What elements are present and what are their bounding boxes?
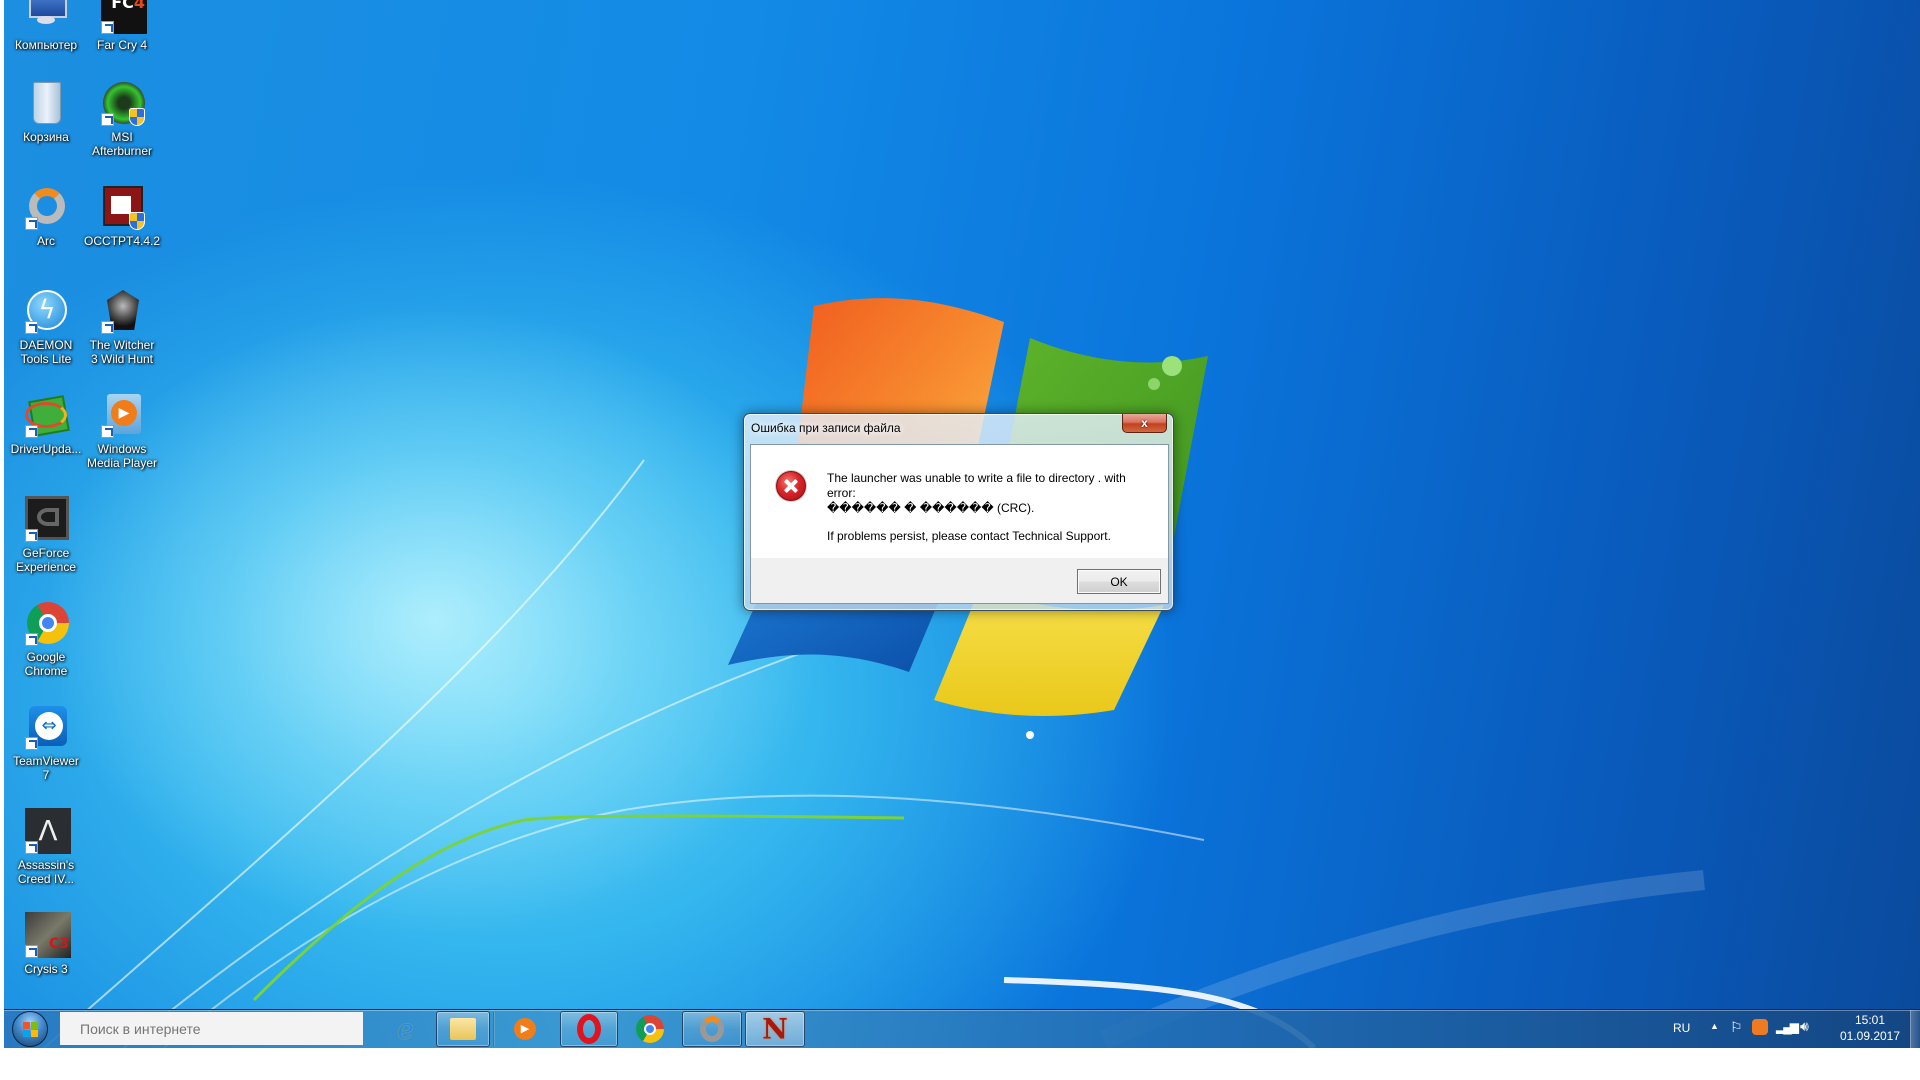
farcry4-icon: FC4 <box>99 0 147 34</box>
shortcut-arrow-icon <box>25 425 38 438</box>
network-signal-icon[interactable]: ▂▄▆ <box>1776 1020 1799 1034</box>
taskbar-file-explorer[interactable] <box>436 1011 490 1047</box>
shortcut-arrow-icon <box>101 21 114 34</box>
shortcut-arrow-icon <box>25 633 38 646</box>
taskbar-arc[interactable] <box>682 1011 742 1047</box>
shortcut-arrow-icon <box>101 113 114 126</box>
dialog-message: The launcher was unable to write a file … <box>827 471 1157 544</box>
show-hidden-icons-button[interactable]: ▲ <box>1710 1021 1719 1031</box>
taskbar-chrome[interactable] <box>620 1011 680 1047</box>
error-dialog: Ошибка при записи файла x The launcher w… <box>743 413 1174 611</box>
desktop-icon-recycle-bin[interactable]: Корзина <box>8 80 84 144</box>
shortcut-arrow-icon <box>25 945 38 958</box>
daemon-tools-icon: ϟ <box>23 288 69 334</box>
occt-icon <box>99 184 145 230</box>
media-player-icon: ▶ <box>514 1018 536 1040</box>
uac-shield-icon <box>129 212 145 230</box>
shortcut-arrow-icon <box>101 425 114 438</box>
close-button[interactable]: x <box>1122 414 1167 433</box>
start-button[interactable] <box>10 1010 50 1047</box>
taskbar-windows-media-player[interactable]: ▶ <box>498 1011 552 1047</box>
message-line-3: If problems persist, please contact Tech… <box>827 529 1111 543</box>
language-indicator[interactable]: RU <box>1673 1021 1690 1035</box>
geforce-experience-icon <box>23 496 69 542</box>
taskbar-opera[interactable] <box>560 1011 618 1047</box>
ok-button[interactable]: OK <box>1077 569 1161 594</box>
avast-icon[interactable] <box>1752 1019 1768 1035</box>
volume-icon[interactable]: 🔊︎ <box>1800 1018 1809 1035</box>
assassins-creed-icon: Λ <box>23 808 71 854</box>
recycle-bin-icon <box>23 80 69 126</box>
desktop-icon-crysis3[interactable]: C3 Crysis 3 <box>8 912 84 976</box>
taskbar-launcher[interactable]: N <box>745 1011 805 1047</box>
desktop-icon-msi-afterburner[interactable]: MSI Afterburner <box>84 80 160 158</box>
chrome-icon <box>23 600 69 646</box>
desktop-icon-google-chrome[interactable]: Google Chrome <box>8 600 84 678</box>
taskbar-separator <box>493 1012 495 1046</box>
dialog-body: The launcher was unable to write a file … <box>750 444 1169 604</box>
clock-time[interactable]: 15:01 <box>1838 1013 1902 1027</box>
shortcut-arrow-icon <box>25 529 38 542</box>
clock-date[interactable]: 01.09.2017 <box>1838 1029 1902 1043</box>
desktop-icon-windows-media-player[interactable]: ▶ Windows Media Player <box>84 392 160 470</box>
opera-icon <box>577 1014 601 1044</box>
driver-updater-icon <box>23 392 70 438</box>
message-line-1: The launcher was unable to write a file … <box>827 471 1126 500</box>
witcher-icon <box>99 288 145 334</box>
windows-logo-icon <box>12 1011 48 1047</box>
windows-media-player-icon: ▶ <box>99 392 145 438</box>
dialog-content: The launcher was unable to write a file … <box>751 445 1168 558</box>
shortcut-arrow-icon <box>25 217 38 230</box>
msi-afterburner-icon <box>99 80 145 126</box>
dialog-title: Ошибка при записи файла <box>751 421 901 435</box>
n-logo-icon: N <box>762 1012 788 1046</box>
desktop-icon-arc[interactable]: Arc <box>8 184 84 248</box>
close-icon: x <box>1141 416 1148 430</box>
show-desktop-button[interactable] <box>1910 1010 1920 1048</box>
arc-icon <box>23 184 69 230</box>
crysis3-icon: C3 <box>23 912 71 958</box>
chrome-icon <box>636 1015 664 1043</box>
desktop-icon-driver-updater[interactable]: DriverUpda... <box>8 392 84 456</box>
desktop-icon-far-cry-4[interactable]: FC4 Far Cry 4 <box>84 0 160 52</box>
shortcut-arrow-icon <box>25 841 38 854</box>
computer-icon <box>23 0 69 34</box>
teamviewer-icon: ⇔ <box>23 704 69 750</box>
arc-icon <box>700 1016 724 1042</box>
uac-shield-icon <box>129 108 145 126</box>
action-center-flag-icon[interactable]: ⚐ <box>1730 1019 1743 1036</box>
taskbar: e ▶ N RU ▲ ⚐ ▂▄▆ 🔊︎ 15:01 01.09.2017 <box>4 1009 1920 1048</box>
desktop-icon-daemon-tools[interactable]: ϟ DAEMON Tools Lite <box>8 288 84 366</box>
taskbar-internet-explorer[interactable]: e <box>378 1011 433 1047</box>
shortcut-arrow-icon <box>101 321 114 334</box>
shortcut-arrow-icon <box>25 737 38 750</box>
message-line-2: ������ � ������ (CRC). <box>827 501 1035 515</box>
shortcut-arrow-icon <box>25 321 38 334</box>
desktop-icon-assassins-creed[interactable]: Λ Assassin's Creed IV... <box>8 808 84 886</box>
error-icon <box>776 471 806 501</box>
ie-icon: e <box>397 1012 414 1046</box>
desktop-icon-geforce-experience[interactable]: GeForce Experience <box>8 496 84 574</box>
search-input[interactable] <box>60 1012 363 1045</box>
folder-icon <box>450 1018 476 1040</box>
desktop-icon-computer[interactable]: Компьютер <box>8 0 84 52</box>
desktop-icon-occt[interactable]: OCCTPT4.4.2 <box>84 184 160 248</box>
system-tray: RU ▲ ⚐ ▂▄▆ 🔊︎ 15:01 01.09.2017 <box>1650 1010 1910 1047</box>
desktop-icon-witcher[interactable]: The Witcher 3 Wild Hunt <box>84 288 160 366</box>
desktop-icon-teamviewer[interactable]: ⇔ TeamViewer 7 <box>8 704 84 782</box>
